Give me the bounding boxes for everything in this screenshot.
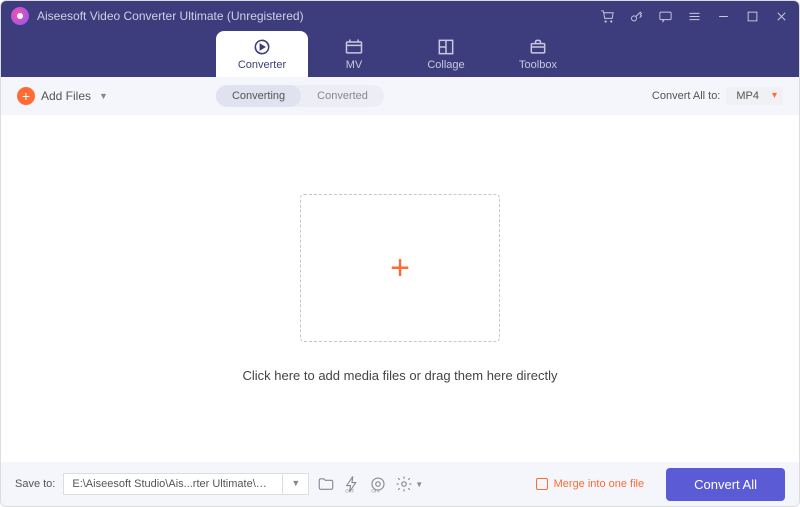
settings-chevron-icon[interactable]: ▼: [415, 480, 423, 489]
titlebar: Aiseesoft Video Converter Ultimate (Unre…: [1, 1, 799, 77]
tab-toolbox[interactable]: Toolbox: [492, 31, 584, 77]
high-speed-icon[interactable]: OFF: [369, 475, 387, 493]
cart-icon[interactable]: [600, 9, 615, 24]
convert-all-button[interactable]: Convert All: [666, 468, 785, 501]
close-icon[interactable]: [774, 9, 789, 24]
open-folder-icon[interactable]: [317, 475, 335, 493]
convert-all-label: Convert All to:: [652, 90, 720, 102]
merge-checkbox[interactable]: Merge into one file: [536, 478, 645, 490]
add-files-label: Add Files: [41, 89, 91, 103]
dropzone-plus-icon: +: [390, 249, 410, 288]
minimize-icon[interactable]: [716, 9, 731, 24]
main-tabs: Converter MV Collage Toolbox: [1, 31, 799, 77]
save-path-field[interactable]: E:\Aiseesoft Studio\Ais...rter Ultimate\…: [63, 473, 283, 495]
save-to-label: Save to:: [15, 478, 55, 490]
add-files-button[interactable]: + Add Files ▼: [17, 87, 108, 105]
toolbar: + Add Files ▼ Converting Converted Conve…: [1, 77, 799, 115]
settings-icon[interactable]: [395, 475, 413, 493]
merge-label: Merge into one file: [554, 478, 645, 490]
output-format-select[interactable]: MP4: [726, 87, 783, 105]
hardware-accel-icon[interactable]: OFF: [343, 475, 361, 493]
menu-icon[interactable]: [687, 9, 702, 24]
segment-converting[interactable]: Converting: [216, 85, 301, 107]
tab-converter-label: Converter: [238, 59, 286, 71]
tab-toolbox-label: Toolbox: [519, 59, 557, 71]
svg-text:OFF: OFF: [346, 488, 355, 493]
feedback-icon[interactable]: [658, 9, 673, 24]
footer: Save to: E:\Aiseesoft Studio\Ais...rter …: [1, 462, 799, 506]
key-icon[interactable]: [629, 9, 644, 24]
main-area: + Click here to add media files or drag …: [1, 115, 799, 462]
tab-converter[interactable]: Converter: [216, 31, 308, 77]
maximize-icon[interactable]: [745, 9, 760, 24]
tab-mv[interactable]: MV: [308, 31, 400, 77]
checkbox-icon: [536, 478, 548, 490]
plus-icon: +: [17, 87, 35, 105]
dropzone[interactable]: +: [300, 194, 500, 342]
tab-collage-label: Collage: [427, 59, 464, 71]
chevron-down-icon: ▼: [99, 91, 108, 101]
dropzone-hint: Click here to add media files or drag th…: [242, 368, 557, 383]
app-logo-icon: [11, 7, 29, 25]
save-path-dropdown[interactable]: ▼: [283, 473, 309, 495]
tab-collage[interactable]: Collage: [400, 31, 492, 77]
window-title: Aiseesoft Video Converter Ultimate (Unre…: [37, 9, 304, 23]
status-segment: Converting Converted: [216, 85, 384, 107]
tab-mv-label: MV: [346, 59, 363, 71]
svg-text:OFF: OFF: [372, 488, 381, 493]
segment-converted[interactable]: Converted: [301, 85, 384, 107]
